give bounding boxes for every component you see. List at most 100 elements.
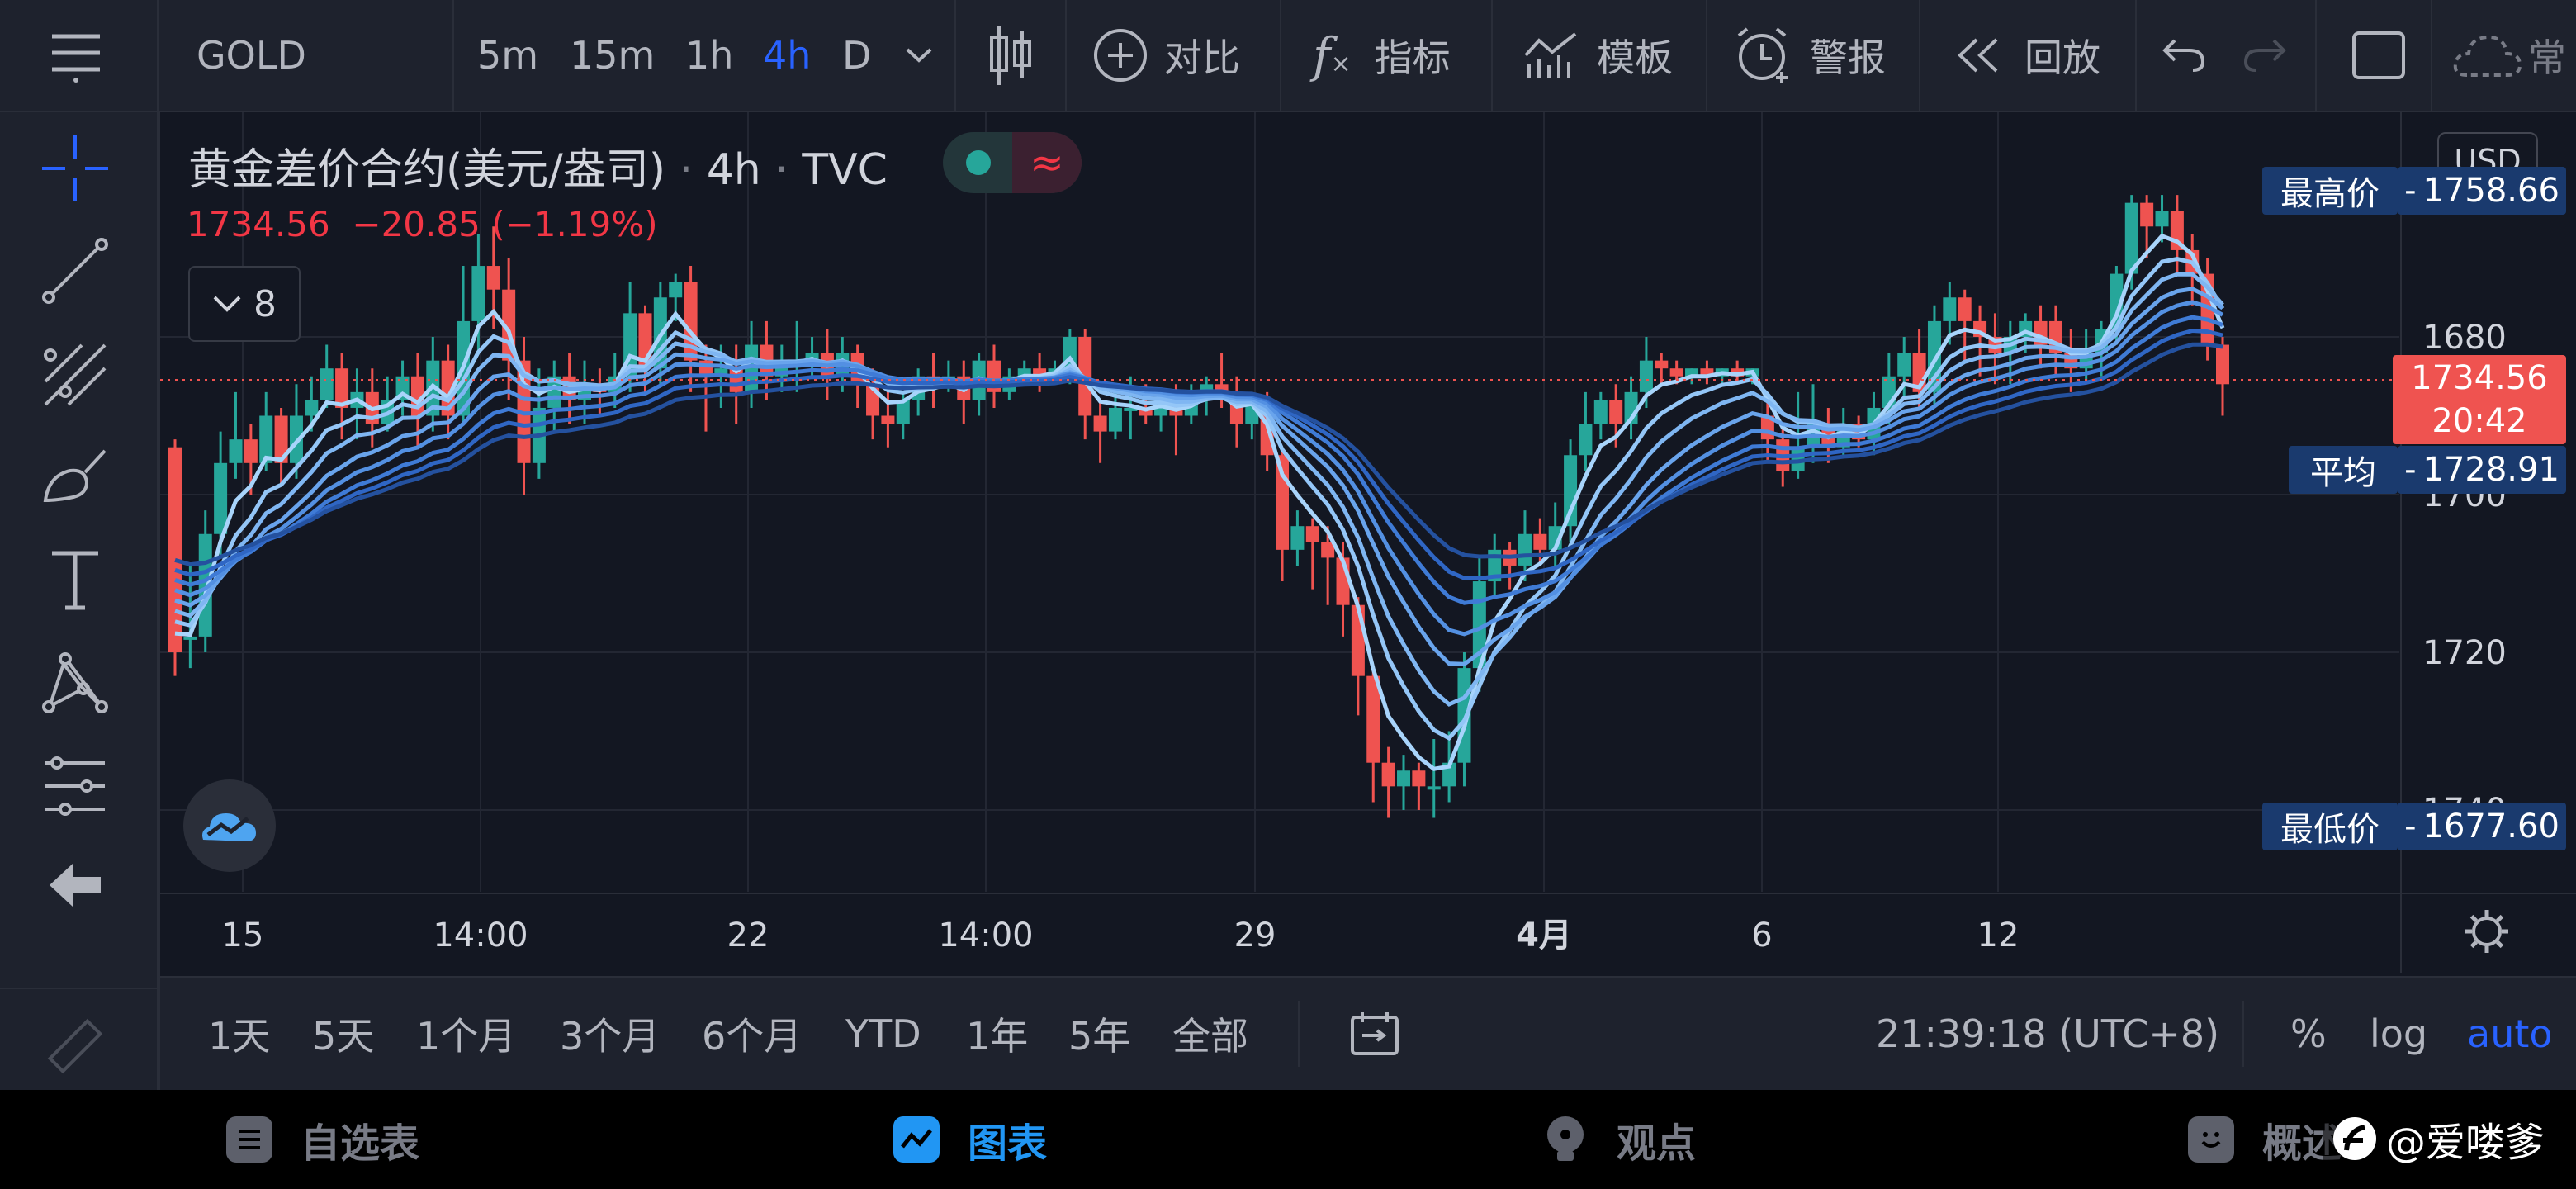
candle-body [1397,770,1410,787]
divider [2431,0,2432,111]
top-toolbar: GOLD 5m 15m 1h 4h D 对比 f× 指标 模板 警报 回放 常 [0,0,2576,112]
ruler-icon[interactable] [37,1009,113,1085]
undo-icon[interactable] [2162,0,2206,111]
brush-icon[interactable] [37,439,113,515]
clock-readout[interactable]: 21:39:18 (UTC+8) [1876,978,2219,1090]
more-label: 常 [2528,36,2566,80]
price-tick-label: 1680 [2422,319,2507,357]
trend-line-icon[interactable] [37,233,113,309]
indicators-toggle[interactable]: 8 [188,266,301,342]
price-tick-label: 1720 [2422,634,2507,672]
divider [0,988,157,989]
nav-overview[interactable]: 概述 [2188,1090,2342,1189]
candle-body [669,282,683,298]
candle-body [305,400,319,416]
legend-source: TVC [802,145,888,195]
nav-watchlist[interactable]: 自选表 [226,1090,419,1189]
ema-ribbon-line [174,272,2224,707]
candle-body [244,439,258,463]
separator-dot: · [679,145,694,195]
redo-icon[interactable] [2242,0,2287,111]
text-tool-icon[interactable] [37,542,113,618]
indicators-label: 指标 [1374,36,1451,80]
candle-body [1305,526,1319,542]
range-3m[interactable]: 3个月 [560,978,660,1090]
menu-icon[interactable] [38,0,114,111]
templates-label: 模板 [1597,36,1673,80]
chevron-down-icon[interactable] [905,0,933,111]
interval-15m[interactable]: 15m [570,0,655,111]
go-to-date-icon[interactable] [1349,978,1400,1090]
interval-4h[interactable]: 4h [763,0,811,111]
candle-body [881,415,895,424]
crosshair-icon[interactable] [37,130,113,206]
range-1m[interactable]: 1个月 [416,978,516,1090]
plus-circle-icon [1094,29,1147,82]
range-5y[interactable]: 5年 [1068,978,1130,1090]
range-1d[interactable]: 1天 [208,978,270,1090]
save-cloud-button[interactable]: 常 [2452,0,2566,111]
last-price-value: 1734.56 [2411,359,2548,397]
candle-body [486,266,500,290]
interval-1h[interactable]: 1h [685,0,733,111]
high-value: -1758.66 [2398,167,2566,215]
percent-scale-toggle[interactable]: % [2290,978,2327,1090]
nav-chart[interactable]: 图表 [893,1090,1047,1189]
replay-button[interactable]: 回放 [1955,0,2100,111]
interval-d[interactable]: D [842,0,871,111]
log-scale-toggle[interactable]: log [2370,978,2427,1090]
range-all[interactable]: 全部 [1172,978,1248,1090]
compare-button[interactable]: 对比 [1091,0,1240,111]
range-1y[interactable]: 1年 [966,978,1028,1090]
candle-body [1897,353,1911,377]
settings-gear-icon[interactable] [2465,910,2508,953]
nav-ideas[interactable]: 观点 [1542,1090,1696,1189]
time-axis-label: 4月 [1516,917,1572,955]
fullscreen-icon[interactable] [2351,0,2406,111]
status-pill[interactable]: ≈ [943,132,1082,193]
ema-ribbon-line [174,300,2224,637]
measure-tool-icon[interactable] [37,748,113,824]
divider [2242,1001,2244,1067]
average-value-text: 1728.91 [2422,451,2559,489]
candle-body [2155,211,2169,227]
auto-scale-toggle[interactable]: auto [2467,978,2553,1090]
interval-5m[interactable]: 5m [477,0,538,111]
symbol-legend[interactable]: 黄金差价合约(美元/盎司) · 4h · TVC [188,135,888,197]
indicators-button[interactable]: f× 指标 [1313,0,1451,111]
candle-body [1412,770,1426,787]
fib-tool-icon[interactable] [37,337,113,413]
back-arrow-icon[interactable] [37,847,113,923]
candle-body [1381,762,1395,787]
cloud-icon [2453,35,2522,77]
nav-watchlist-label: 自选表 [301,1120,420,1167]
chart-icon [893,1116,940,1163]
nav-chart-label: 图表 [968,1120,1048,1167]
time-axis-label: 22 [727,917,769,955]
range-ytd[interactable]: YTD [845,978,921,1090]
legend-interval: 4h [706,145,761,195]
range-6m[interactable]: 6个月 [702,978,802,1090]
tradingview-logo-icon[interactable] [183,779,276,872]
alerts-button[interactable]: 警报 [1734,0,1886,111]
lightbulb-icon [1542,1116,1589,1163]
candle-body [1639,360,1653,392]
pattern-tool-icon[interactable] [37,644,113,720]
symbol-search-button[interactable]: GOLD [197,0,306,111]
candles-icon[interactable] [987,0,1034,111]
candle-body [1533,533,1547,550]
range-5d[interactable]: 5天 [312,978,374,1090]
rewind-icon [1958,38,1998,73]
low-value-text: 1677.60 [2422,808,2559,846]
candle-body [1669,368,1683,377]
candle-body [214,462,228,534]
high-label: 最高价 [2262,167,2398,215]
divider [1280,0,1281,111]
templates-button[interactable]: 模板 [1524,0,1673,111]
market-open-icon [966,150,991,175]
average-label: 平均 [2289,446,2398,494]
templates-icon [1524,32,1577,78]
candle-body [1518,533,1532,566]
divider [452,0,454,111]
divider [1919,0,1920,111]
